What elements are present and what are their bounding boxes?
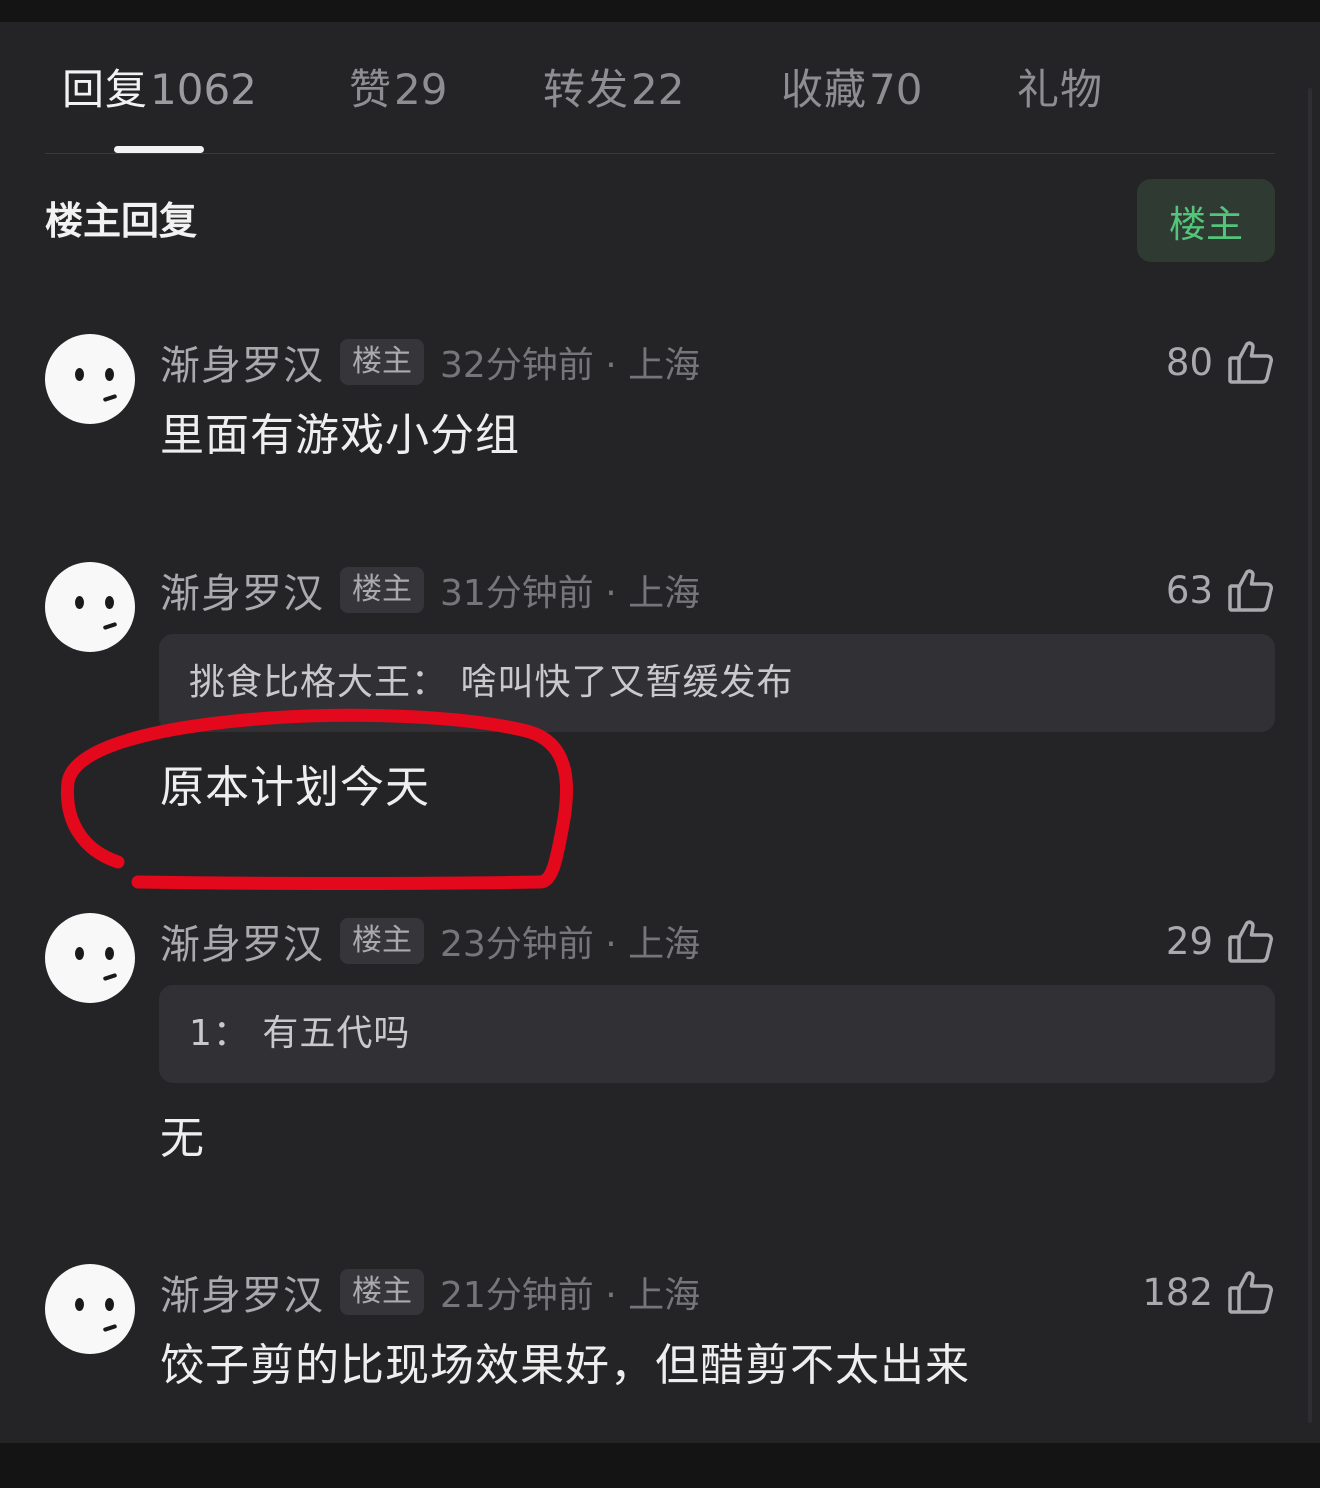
tab-label: 收藏 xyxy=(781,65,868,114)
tab-label: 礼物 xyxy=(1017,65,1104,114)
like-button[interactable]: 80 xyxy=(1166,334,1275,390)
avatar-eye xyxy=(75,1298,84,1311)
avatar[interactable] xyxy=(45,334,135,424)
tab-label: 转发 xyxy=(543,65,630,114)
timestamp-location: 21分钟前 · 上海 xyxy=(440,1275,701,1316)
quoted-reply[interactable]: 1： 有五代吗 xyxy=(159,985,1275,1083)
tab-likes[interactable]: 赞29 xyxy=(349,52,447,128)
op-filter-button[interactable]: 楼主 xyxy=(1137,179,1275,262)
username[interactable]: 渐身罗汉 xyxy=(160,1263,324,1321)
avatar-mouth xyxy=(102,1323,118,1333)
avatar-eye xyxy=(105,947,114,960)
thumbs-up-icon xyxy=(1228,920,1273,963)
op-badge: 楼主 xyxy=(340,339,424,385)
avatar-eye xyxy=(75,947,84,960)
username[interactable]: 渐身罗汉 xyxy=(160,333,324,391)
tab-label: 回复 xyxy=(62,65,149,114)
op-badge: 楼主 xyxy=(340,918,424,964)
tab-label: 赞 xyxy=(349,65,393,114)
avatar-eye xyxy=(75,368,84,381)
tab-count: 22 xyxy=(631,65,685,114)
comment-text: 饺子剪的比现场效果好，但醋剪不太出来 xyxy=(160,1340,970,1391)
quoted-reply-text: 挑食比格大王： 啥叫快了又暂缓发布 xyxy=(189,662,794,703)
quoted-reply-text: 1： 有五代吗 xyxy=(189,1013,411,1054)
like-button[interactable]: 182 xyxy=(1142,1264,1275,1320)
comment-meta: 渐身罗汉 楼主 32分钟前 · 上海 xyxy=(160,334,700,390)
comments-panel xyxy=(0,22,1320,1443)
tab-replies[interactable]: 回复1062 xyxy=(62,52,257,128)
like-count: 29 xyxy=(1165,919,1213,963)
comment-meta: 渐身罗汉 楼主 23分钟前 · 上海 xyxy=(160,913,700,969)
avatar-eye xyxy=(75,596,84,609)
tab-favorites[interactable]: 收藏70 xyxy=(781,52,922,128)
avatar[interactable] xyxy=(45,913,135,1003)
avatar-mouth xyxy=(102,393,118,403)
comment-text: 原本计划今天 xyxy=(160,762,430,813)
tab-count: 1062 xyxy=(150,65,257,114)
like-count: 182 xyxy=(1142,1270,1213,1314)
timestamp-location: 32分钟前 · 上海 xyxy=(440,345,701,386)
active-tab-indicator xyxy=(114,146,204,153)
timestamp-location: 23分钟前 · 上海 xyxy=(440,924,701,965)
thumbs-up-icon xyxy=(1228,1271,1273,1314)
comment-text: 里面有游戏小分组 xyxy=(160,410,520,461)
comment-text: 无 xyxy=(160,1113,205,1164)
status-bar xyxy=(0,0,1320,22)
avatar-eye xyxy=(105,368,114,381)
avatar-mouth xyxy=(102,972,118,982)
thumbs-up-icon xyxy=(1228,341,1273,384)
avatar-eye xyxy=(105,596,114,609)
op-badge: 楼主 xyxy=(340,1269,424,1315)
comment-meta: 渐身罗汉 楼主 21分钟前 · 上海 xyxy=(160,1264,700,1320)
timestamp-location: 31分钟前 · 上海 xyxy=(440,573,701,614)
like-count: 63 xyxy=(1165,568,1213,612)
tab-gifts[interactable]: 礼物 xyxy=(1017,52,1105,128)
tab-count: 70 xyxy=(869,65,923,114)
scrollbar[interactable] xyxy=(1308,88,1312,1423)
thumbs-up-icon xyxy=(1228,569,1273,612)
tab-count: 29 xyxy=(394,65,448,114)
avatar[interactable] xyxy=(45,1264,135,1354)
avatar[interactable] xyxy=(45,562,135,652)
bottom-bar xyxy=(0,1443,1320,1488)
avatar-eye xyxy=(105,1298,114,1311)
avatar-mouth xyxy=(102,621,118,631)
tab-bar: 回复1062 赞29 转发22 收藏70 礼物 xyxy=(0,52,1320,128)
divider xyxy=(45,153,1275,154)
username[interactable]: 渐身罗汉 xyxy=(160,561,324,619)
op-badge: 楼主 xyxy=(340,567,424,613)
tab-reposts[interactable]: 转发22 xyxy=(543,52,684,128)
like-button[interactable]: 63 xyxy=(1166,562,1275,618)
like-count: 80 xyxy=(1165,340,1213,384)
like-button[interactable]: 29 xyxy=(1166,913,1275,969)
username[interactable]: 渐身罗汉 xyxy=(160,912,324,970)
section-title: 楼主回复 xyxy=(45,199,198,243)
comment-meta: 渐身罗汉 楼主 31分钟前 · 上海 xyxy=(160,562,700,618)
quoted-reply[interactable]: 挑食比格大王： 啥叫快了又暂缓发布 xyxy=(159,634,1275,732)
